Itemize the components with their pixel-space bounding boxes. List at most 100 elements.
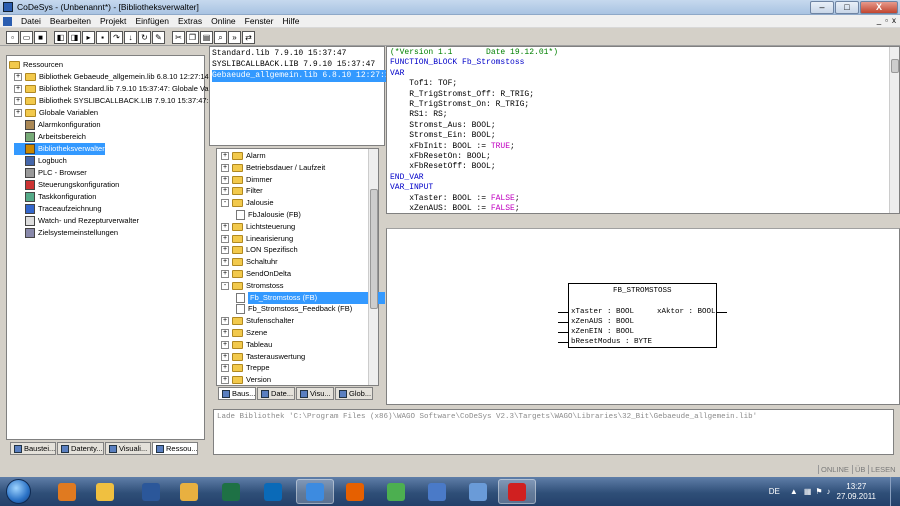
start-button[interactable] <box>6 479 31 504</box>
menu-online[interactable]: Online <box>211 16 236 26</box>
clock[interactable]: 13:27 27.09.2011 <box>837 482 876 502</box>
expand-icon[interactable]: + <box>221 329 229 337</box>
tray-network-icon[interactable]: ▦ <box>804 487 812 496</box>
resource-item[interactable]: Arbeitsbereich <box>14 131 86 143</box>
taskbar-app-button[interactable] <box>498 479 536 504</box>
pou-tree-item[interactable]: + Szene <box>221 327 267 339</box>
taskbar-app-button[interactable] <box>132 479 170 504</box>
run-icon[interactable]: ▸ <box>82 30 95 44</box>
tab-lib-globale-variablen[interactable]: Glob... <box>335 387 373 400</box>
pou-tree-item[interactable]: + Dimmer <box>221 174 272 186</box>
tray-volume-icon[interactable]: ♪ <box>827 487 831 496</box>
expand-icon[interactable]: - <box>221 281 229 290</box>
declaration-scroll-thumb[interactable] <box>891 59 899 73</box>
expand-icon[interactable]: + <box>221 246 229 255</box>
resource-item[interactable]: Logbuch <box>14 155 67 167</box>
pou-tree-item[interactable]: FbJalousie (FB) <box>236 209 301 221</box>
tab-lib-bausteine[interactable]: Baus... <box>218 387 256 400</box>
replace-icon[interactable]: ⇄ <box>242 30 255 44</box>
taskbar-app-button[interactable] <box>254 479 292 504</box>
pou-tree-item[interactable]: - Stromstoss <box>221 280 284 292</box>
cut-icon[interactable]: ✂ <box>172 30 185 44</box>
copy-icon[interactable]: ❐ <box>186 30 199 44</box>
declaration-editor[interactable]: (*Version 1.1 Date 19.12.01*) FUNCTION_BL… <box>386 46 900 214</box>
resource-item[interactable]: Zielsystemeinstellungen <box>14 227 118 239</box>
resource-item[interactable]: + Bibliothek SYSLIBCALLBACK.LIB 7.9.10 15… <box>14 95 217 107</box>
expand-icon[interactable]: + <box>14 97 22 105</box>
pou-tree-item[interactable]: Fb_Stromstoss (FB) <box>236 291 385 304</box>
write-values-icon[interactable]: ✎ <box>152 30 165 44</box>
tray-up-arrow-icon[interactable]: ▲ <box>790 487 798 496</box>
tab-lib-visualisierungen[interactable]: Visu... <box>296 387 334 400</box>
resource-item[interactable]: Steuerungskonfiguration <box>14 179 119 191</box>
menu-hilfe[interactable]: Hilfe <box>283 16 300 26</box>
stop-icon[interactable]: ▪ <box>96 30 109 44</box>
taskbar-app-button[interactable] <box>86 479 124 504</box>
expand-icon[interactable]: - <box>221 199 229 208</box>
expand-icon[interactable]: + <box>14 109 22 117</box>
taskbar-app-button[interactable] <box>459 479 497 504</box>
expand-icon[interactable]: + <box>14 85 22 93</box>
pou-tree-item[interactable]: + Linearisierung <box>221 233 293 245</box>
tab-datentypen[interactable]: Datenty... <box>57 442 104 455</box>
pou-tree-item[interactable]: + Alarm <box>221 150 266 162</box>
find-next-icon[interactable]: » <box>228 30 241 44</box>
expand-icon[interactable]: + <box>221 222 229 231</box>
resource-item[interactable]: Watch- und Rezepturverwalter <box>14 215 139 227</box>
tab-visualisierungen[interactable]: Visuali... <box>105 442 151 455</box>
resource-item[interactable]: Bibliotheksverwalter <box>14 143 105 155</box>
mdi-close-button[interactable]: x <box>892 16 896 25</box>
find-icon[interactable]: ⌕ <box>214 30 227 44</box>
pou-tree-item[interactable]: + Stufenschalter <box>221 315 294 327</box>
menu-einfuegen[interactable]: Einfügen <box>135 16 169 26</box>
document-menu-icon[interactable] <box>3 16 12 26</box>
codesys-app-icon[interactable] <box>3 2 13 12</box>
pou-tree-item[interactable]: + Version <box>221 374 271 386</box>
expand-icon[interactable]: + <box>221 175 229 184</box>
expand-icon[interactable]: + <box>14 73 22 81</box>
taskbar-app-button[interactable] <box>418 479 456 504</box>
pou-tree-item[interactable]: + Betriebsdauer / Laufzeit <box>221 162 325 174</box>
minimize-button[interactable]: – <box>810 1 834 14</box>
tab-lib-datentypen[interactable]: Date... <box>257 387 295 400</box>
expand-icon[interactable]: + <box>221 258 229 267</box>
resource-item[interactable]: + Bibliothek Gebaeude_allgemein.lib 6.8.1… <box>14 71 219 83</box>
resource-item[interactable]: PLC - Browser <box>14 167 87 179</box>
menu-datei[interactable]: Datei <box>21 16 41 26</box>
pou-tree-item[interactable]: - Jalousie <box>221 197 274 209</box>
fb-stromstoss-block[interactable]: FB_STROMSTOSS xTaster : BOOL xZenAUS : B… <box>568 283 717 348</box>
maximize-button[interactable]: □ <box>835 1 859 14</box>
open-file-icon[interactable]: ▭ <box>20 30 33 44</box>
pou-tree-item[interactable]: Fb_Stromstoss_Feedback (FB) <box>236 303 352 315</box>
taskbar-app-button[interactable] <box>336 479 374 504</box>
menu-projekt[interactable]: Projekt <box>100 16 126 26</box>
pou-tree-item[interactable]: + Filter <box>221 185 263 197</box>
resource-item[interactable]: Taskkonfiguration <box>14 191 96 203</box>
pou-tree-item[interactable]: + Treppe <box>221 362 270 374</box>
resource-item[interactable]: Traceaufzeichnung <box>14 203 102 215</box>
pou-tree-item[interactable]: + Schaltuhr <box>221 256 278 268</box>
resource-item[interactable]: + Bibliothek Standard.lib 7.9.10 15:37:47… <box>14 83 217 95</box>
step-over-icon[interactable]: ↷ <box>110 30 123 44</box>
expand-icon[interactable]: + <box>221 234 229 243</box>
expand-icon[interactable]: + <box>221 376 229 385</box>
paste-icon[interactable]: ▤ <box>200 30 213 44</box>
mdi-minimize-button[interactable]: _ <box>877 16 881 25</box>
expand-icon[interactable]: + <box>221 152 229 160</box>
taskbar-app-button[interactable] <box>212 479 250 504</box>
taskbar-app-button[interactable] <box>296 479 334 504</box>
mdi-restore-button[interactable]: ▫ <box>885 16 888 25</box>
resource-item[interactable]: + Globale Variablen <box>14 107 98 119</box>
resource-item[interactable]: Alarmkonfiguration <box>14 119 101 131</box>
pou-tree-item[interactable]: + Tableau <box>221 339 272 351</box>
pou-tree-item[interactable]: + Tasterauswertung <box>221 351 305 363</box>
pou-tree-item[interactable]: + LON Spezifisch <box>221 244 298 256</box>
taskbar-app-button[interactable] <box>377 479 415 504</box>
save-icon[interactable]: ■ <box>34 30 47 44</box>
menu-bearbeiten[interactable]: Bearbeiten <box>50 16 91 26</box>
pou-tree-scroll-thumb[interactable] <box>370 189 378 309</box>
taskbar-app-button[interactable] <box>170 479 208 504</box>
expand-icon[interactable]: + <box>221 364 229 373</box>
tab-ressourcen[interactable]: Ressou... <box>152 442 198 455</box>
logout-icon[interactable]: ◨ <box>68 30 81 44</box>
